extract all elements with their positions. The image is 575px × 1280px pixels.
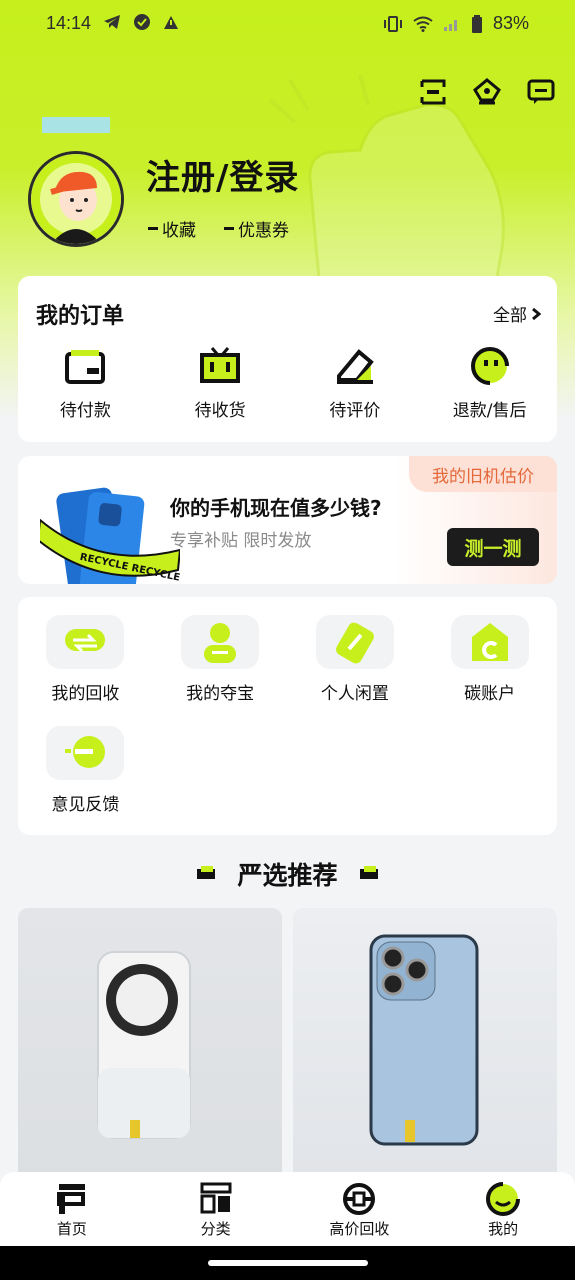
orders-title: 我的订单 xyxy=(36,304,125,329)
treasure-icon xyxy=(181,615,260,669)
phone-valuation-banner[interactable]: 我的旧机估价 RECYCLE RECYCLE RE 你的手机现在值多少钱? 专享… xyxy=(18,456,557,584)
service-label: 碳账户 xyxy=(464,684,516,704)
service-my-recycle[interactable]: 我的回收 xyxy=(18,615,153,726)
service-label: 个人闲置 xyxy=(320,684,389,704)
product-image-white-phone xyxy=(97,951,191,1139)
tag-icon xyxy=(315,615,394,669)
coupons-label: 优惠券 xyxy=(238,221,289,241)
check-badge-icon xyxy=(134,14,150,30)
status-time: 14:14 xyxy=(46,13,92,33)
recommend-products xyxy=(18,908,557,1178)
tab-label: 分类 xyxy=(200,1220,231,1238)
coupons-link[interactable]: 优惠券 xyxy=(224,216,289,241)
vibrate-icon xyxy=(383,15,402,32)
alert-icon xyxy=(164,15,178,29)
telegram-icon xyxy=(104,15,120,29)
order-item-label: 待收货 xyxy=(194,401,246,421)
order-item-label: 退款/售后 xyxy=(452,401,527,421)
scan-icon[interactable] xyxy=(419,78,447,106)
product-card[interactable] xyxy=(293,908,557,1178)
wallet-icon xyxy=(65,350,106,384)
recycle-coin-icon xyxy=(343,1183,376,1215)
dash-marker xyxy=(224,227,234,230)
service-personal-idle[interactable]: 个人闲置 xyxy=(288,615,423,726)
service-feedback[interactable]: 意见反馈 xyxy=(18,726,153,837)
carbon-house-icon xyxy=(450,615,529,669)
evaluate-button[interactable]: 测一测 xyxy=(447,528,539,566)
title-marker-right xyxy=(359,866,378,879)
pencil-icon xyxy=(336,349,374,384)
home-p-icon xyxy=(56,1184,85,1214)
status-bar: 14:14 83% xyxy=(0,0,575,46)
favorites-label: 收藏 xyxy=(162,221,196,241)
service-treasure[interactable]: 我的夺宝 xyxy=(153,615,288,726)
services-card: 我的回收 我的夺宝 个人闲置 碳账户 意见反馈 xyxy=(18,597,557,835)
dash-marker xyxy=(148,227,158,230)
home-gesture-pill[interactable] xyxy=(208,1260,368,1266)
order-item-label: 待付款 xyxy=(59,401,111,421)
tab-home[interactable]: 首页 xyxy=(0,1172,144,1246)
order-pending-payment[interactable]: 待付款 xyxy=(18,346,153,421)
valuation-badge: 我的旧机估价 xyxy=(409,456,557,492)
order-pending-receipt[interactable]: 待收货 xyxy=(153,346,288,421)
header-actions xyxy=(419,78,555,106)
profile-sublinks: 收藏 优惠券 xyxy=(148,216,289,241)
profile-icon xyxy=(486,1182,521,1216)
avatar-image xyxy=(28,151,124,247)
tv-box-icon xyxy=(200,347,241,383)
avatar-tag xyxy=(40,115,112,135)
tab-label: 高价回收 xyxy=(329,1220,390,1238)
recycle-phone-illustration: RECYCLE RECYCLE RE xyxy=(40,487,180,584)
service-label: 意见反馈 xyxy=(51,795,120,815)
service-icon[interactable] xyxy=(473,78,501,106)
product-card[interactable] xyxy=(18,908,282,1178)
avatar[interactable] xyxy=(28,115,124,247)
valuation-subline: 专享补贴 限时发放 xyxy=(170,531,312,551)
my-orders-card: 我的订单 全部 待付款 待收货 待评价 退款/售后 xyxy=(18,276,557,442)
battery-percent: 83% xyxy=(492,13,529,33)
order-pending-review[interactable]: 待评价 xyxy=(288,346,423,421)
smiley-icon xyxy=(470,347,509,385)
orders-all-label: 全部 xyxy=(493,306,527,326)
tab-category[interactable]: 分类 xyxy=(144,1172,288,1246)
product-image-blue-phone xyxy=(369,934,479,1146)
tab-label: 我的 xyxy=(488,1220,519,1238)
recommend-title: 严选推荐 xyxy=(237,861,338,890)
wifi-icon xyxy=(413,16,433,32)
recommend-section-title: 严选推荐 xyxy=(0,856,575,892)
order-item-label: 待评价 xyxy=(329,401,381,421)
category-icon xyxy=(200,1182,232,1214)
service-label: 我的回收 xyxy=(51,684,120,704)
bottom-tab-bar: 首页 分类 高价回收 我的 xyxy=(0,1172,575,1246)
favorites-link[interactable]: 收藏 xyxy=(148,216,196,241)
tab-high-price-recycle[interactable]: 高价回收 xyxy=(288,1172,432,1246)
recycle-exchange-icon xyxy=(46,615,125,669)
orders-all-link[interactable]: 全部 xyxy=(493,301,541,326)
title-marker-left xyxy=(197,866,216,879)
feedback-bubble-icon xyxy=(46,726,125,780)
login-register-link[interactable]: 注册/登录 xyxy=(146,150,299,199)
tab-mine[interactable]: 我的 xyxy=(431,1172,575,1246)
battery-icon xyxy=(471,14,482,33)
chevron-right-icon xyxy=(532,307,541,320)
message-icon[interactable] xyxy=(527,78,555,106)
service-label: 我的夺宝 xyxy=(186,684,255,704)
signal-icon xyxy=(443,19,457,31)
order-refund-aftersale[interactable]: 退款/售后 xyxy=(422,346,557,421)
valuation-headline: 你的手机现在值多少钱? xyxy=(170,496,382,520)
service-carbon-account[interactable]: 碳账户 xyxy=(422,615,557,726)
tab-label: 首页 xyxy=(56,1220,87,1238)
system-navigation-bar xyxy=(0,1246,575,1280)
